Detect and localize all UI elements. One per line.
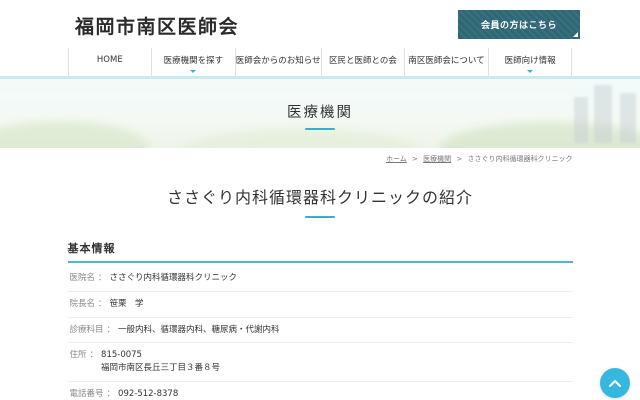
info-label: 電話番号	[70, 388, 104, 400]
info-colon: ：	[90, 349, 99, 362]
site-title: 福岡市南区医師会	[75, 12, 239, 39]
corner-arrow-icon	[573, 32, 578, 37]
info-label: 住所	[70, 349, 87, 362]
table-row-address: 住所 ： 815-0075 福岡市南区長丘三丁目３番８号	[68, 343, 573, 382]
info-value-street-address: 福岡市南区長丘三丁目３番８号	[101, 362, 220, 375]
chevron-up-icon	[609, 379, 621, 387]
info-colon: ：	[107, 324, 116, 337]
section-heading-rule	[68, 261, 573, 263]
nav-item-residents[interactable]: 区民と医師との会	[321, 48, 405, 76]
table-row-clinic-name: 医院名 ： ささぐり内科循環器科クリニック	[68, 266, 573, 292]
table-row-phone: 電話番号 ： 092-512-8378	[68, 382, 573, 400]
hero-trees-decoration	[180, 128, 420, 148]
info-label: 診療科目	[70, 324, 104, 337]
breadcrumb-link-medical-institutions[interactable]: 医療機関	[423, 155, 451, 163]
nav-item-label: 医師向け情報	[505, 54, 556, 66]
breadcrumb-separator: >	[456, 155, 462, 163]
breadcrumb: ホーム > 医療機関 > ささぐり内科循環器科クリニック	[68, 154, 573, 164]
hero-title-underline	[305, 128, 335, 130]
nav-item-home[interactable]: HOME	[68, 48, 152, 76]
nav-item-about[interactable]: 南区医師会について	[404, 48, 488, 76]
info-value: 092-512-8378	[118, 388, 178, 400]
nav-item-find-clinic[interactable]: 医療機関を探す	[151, 48, 235, 76]
main-nav: HOME 医療機関を探す 医師会からのお知らせ 区民と医師との会 南区医師会につ…	[0, 48, 640, 76]
member-login-button-label: 会員の方はこちら	[481, 18, 557, 31]
nav-item-label: 区民と医師との会	[329, 54, 397, 66]
info-value: ささぐり内科循環器科クリニック	[110, 272, 238, 285]
info-label: 医院名	[70, 272, 96, 285]
header: 福岡市南区医師会 会員の方はこちら	[0, 0, 640, 48]
info-label: 院長名	[70, 298, 96, 311]
hero-banner: 医療機関	[0, 79, 640, 148]
table-row-departments: 診療科目 ： 一般内科、循環器内科、糖尿病・代謝内科	[68, 318, 573, 344]
nav-item-label: 南区医師会について	[408, 54, 484, 66]
page-title: ささぐり内科循環器科クリニックの紹介	[68, 184, 573, 208]
section-heading-basic-info: 基本情報	[68, 240, 573, 256]
nav-item-doctor-info[interactable]: 医師向け情報	[488, 48, 573, 76]
page-title-underline	[305, 216, 335, 218]
breadcrumb-separator: >	[412, 155, 418, 163]
main-content: ホーム > 医療機関 > ささぐり内科循環器科クリニック ささぐり内科循環器科ク…	[68, 154, 573, 400]
chevron-down-icon	[190, 70, 196, 73]
nav-item-news[interactable]: 医師会からのお知らせ	[235, 48, 321, 76]
info-colon: ：	[98, 272, 107, 285]
info-value: 一般内科、循環器内科、糖尿病・代謝内科	[118, 324, 280, 337]
info-value: 笹栗 学	[110, 298, 144, 311]
table-row-director-name: 院長名 ： 笹栗 学	[68, 292, 573, 318]
info-colon: ：	[98, 298, 107, 311]
breadcrumb-link-home[interactable]: ホーム	[386, 155, 407, 163]
nav-item-label: HOME	[97, 55, 123, 65]
member-login-button[interactable]: 会員の方はこちら	[458, 10, 580, 39]
scroll-to-top-button[interactable]	[600, 368, 630, 398]
info-colon: ：	[107, 388, 116, 400]
hero-title: 医療機関	[0, 101, 640, 122]
basic-info-table: 医院名 ： ささぐり内科循環器科クリニック 院長名 ： 笹栗 学 診療科目 ： …	[68, 266, 573, 400]
breadcrumb-current: ささぐり内科循環器科クリニック	[468, 155, 573, 163]
nav-item-label: 医療機関を探す	[164, 54, 224, 66]
chevron-down-icon	[527, 70, 533, 73]
nav-item-label: 医師会からのお知らせ	[236, 54, 321, 66]
info-value-postal-code: 815-0075	[101, 349, 220, 362]
hero-trees-decoration	[0, 121, 150, 148]
